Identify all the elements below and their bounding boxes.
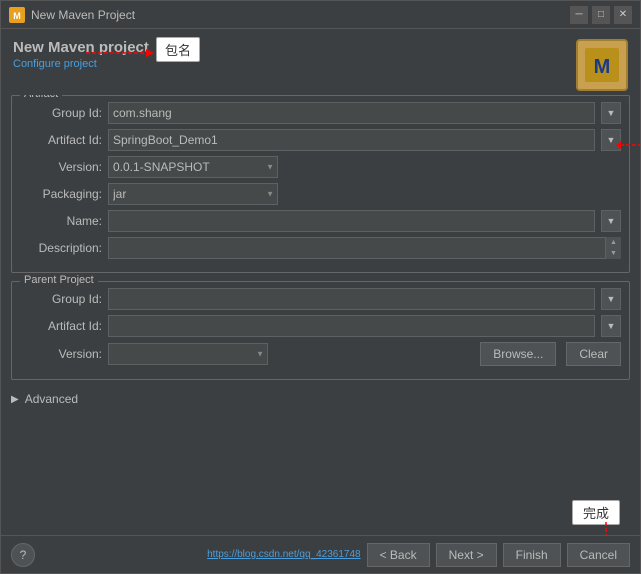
version-select-wrapper: 0.0.1-SNAPSHOT ▼ [108, 156, 278, 178]
parent-group-id-label: Group Id: [20, 292, 102, 306]
header-left: New Maven project Configure project [13, 39, 149, 70]
browse-button[interactable]: Browse... [480, 342, 556, 366]
next-button[interactable]: Next > [436, 543, 497, 567]
artifact-section: Artifact Group Id: ▼ Artifact Id: ▼ 项目名 [11, 95, 630, 273]
maven-logo: M [576, 39, 628, 91]
group-id-row: Group Id: ▼ [20, 102, 621, 124]
titlebar: M New Maven Project ─ □ ✕ [1, 1, 640, 29]
clear-button[interactable]: Clear [566, 342, 621, 366]
annotation-baoming: 包名 [156, 37, 200, 62]
parent-group-id-input[interactable] [108, 288, 595, 310]
name-dropdown[interactable]: ▼ [601, 210, 621, 232]
artifact-section-label: Artifact [20, 95, 62, 100]
finish-button[interactable]: Finish [503, 543, 561, 567]
description-row: Description: ▲ ▼ [20, 237, 621, 259]
window: M New Maven Project ─ □ ✕ New Maven proj… [0, 0, 641, 574]
parent-artifact-id-dropdown[interactable]: ▼ [601, 315, 621, 337]
packaging-label: Packaging: [20, 187, 102, 201]
minimize-button[interactable]: ─ [570, 6, 588, 24]
name-input[interactable] [108, 210, 595, 232]
spinner-up[interactable]: ▲ [606, 237, 621, 248]
dialog-content: New Maven project Configure project 包名 M [1, 29, 640, 573]
advanced-label: Advanced [25, 392, 78, 406]
help-button[interactable]: ? [11, 543, 35, 567]
artifact-id-label: Artifact Id: [20, 133, 102, 147]
footer-url: https://blog.csdn.net/qq_42361748 [207, 549, 360, 560]
parent-group-id-row: Group Id: ▼ [20, 288, 621, 310]
description-label: Description: [20, 241, 102, 255]
description-input-wrapper: ▲ ▼ [108, 237, 621, 259]
parent-version-select[interactable] [108, 343, 268, 365]
close-button[interactable]: ✕ [614, 6, 632, 24]
group-id-dropdown[interactable]: ▼ [601, 102, 621, 124]
parent-artifact-id-input[interactable] [108, 315, 595, 337]
cancel-button[interactable]: Cancel [567, 543, 630, 567]
parent-group-id-dropdown[interactable]: ▼ [601, 288, 621, 310]
parent-artifact-id-row: Artifact Id: ▼ [20, 315, 621, 337]
parent-version-row: Version: ▼ Browse... Clear [20, 342, 621, 366]
description-spinner: ▲ ▼ [605, 237, 621, 259]
name-label: Name: [20, 214, 102, 228]
spinner-down[interactable]: ▼ [606, 248, 621, 259]
svg-text:M: M [13, 11, 21, 21]
configure-project-link[interactable]: Configure project [13, 58, 149, 70]
parent-artifact-id-label: Artifact Id: [20, 319, 102, 333]
version-select[interactable]: 0.0.1-SNAPSHOT [108, 156, 278, 178]
group-id-label: Group Id: [20, 106, 102, 120]
advanced-section[interactable]: ▶ Advanced [11, 388, 630, 410]
form-body: Artifact Group Id: ▼ Artifact Id: ▼ 项目名 [1, 95, 640, 535]
parent-project-section: Parent Project Group Id: ▼ Artifact Id: … [11, 281, 630, 380]
dialog-header: New Maven project Configure project 包名 M [1, 29, 640, 95]
annotation-wancheng: 完成 [572, 500, 620, 525]
back-button[interactable]: < Back [367, 543, 430, 567]
packaging-row: Packaging: jar ▼ [20, 183, 621, 205]
window-icon: M [9, 7, 25, 23]
svg-text:M: M [594, 56, 611, 78]
footer: ? https://blog.csdn.net/qq_42361748 < Ba… [1, 535, 640, 573]
advanced-arrow-icon: ▶ [11, 394, 19, 405]
version-label: Version: [20, 160, 102, 174]
description-input[interactable] [108, 237, 621, 259]
packaging-select[interactable]: jar [108, 183, 278, 205]
window-title: New Maven Project [31, 8, 570, 22]
artifact-id-input[interactable] [108, 129, 595, 151]
parent-version-select-wrapper: ▼ [108, 343, 268, 365]
artifact-id-dropdown[interactable]: ▼ [601, 129, 621, 151]
parent-section-label: Parent Project [20, 274, 98, 286]
parent-version-label: Version: [20, 347, 102, 361]
artifact-id-row: Artifact Id: ▼ 项目名 [20, 129, 621, 151]
dialog-title: New Maven project [13, 39, 149, 56]
group-id-input[interactable] [108, 102, 595, 124]
maximize-button[interactable]: □ [592, 6, 610, 24]
name-row: Name: ▼ [20, 210, 621, 232]
window-controls: ─ □ ✕ [570, 6, 632, 24]
version-row: Version: 0.0.1-SNAPSHOT ▼ [20, 156, 621, 178]
packaging-select-wrapper: jar ▼ [108, 183, 278, 205]
annotation-arrow-wancheng [596, 522, 616, 535]
